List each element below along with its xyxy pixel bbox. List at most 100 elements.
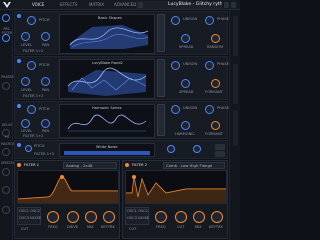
osc1-level-label: LEVEL — [21, 43, 33, 47]
osc2-enable-toggle[interactable] — [17, 59, 21, 63]
osc3-phase-knob[interactable] — [205, 105, 214, 114]
noise-sample-waveform — [64, 151, 150, 155]
osc2-phase-knob[interactable] — [205, 61, 214, 70]
macro-knob-5[interactable] — [2, 148, 10, 156]
osc1-wave-frame-slider[interactable] — [157, 14, 165, 52]
osc1-enable-toggle[interactable] — [17, 14, 21, 18]
macro-knob-3[interactable] — [2, 82, 10, 90]
filter1-keytrack-knob[interactable] — [103, 211, 115, 223]
save-icon[interactable] — [224, 2, 229, 8]
osc2-pitch-knob[interactable] — [27, 61, 36, 70]
filter2-keytrack-knob[interactable] — [211, 211, 223, 223]
tab-advanced[interactable]: ADVANCED — [114, 2, 136, 7]
osc3-wavetable-name[interactable]: Harmonic Series — [92, 106, 121, 110]
osc3-filter-route[interactable]: FILTER 1+2 — [23, 134, 43, 138]
osc1-filter-route[interactable]: FILTER 1+2 — [23, 49, 43, 53]
filter1-mix-knob[interactable] — [85, 211, 97, 223]
tab-voice[interactable]: VOICE — [32, 2, 44, 7]
oscillator-2-panel: PITCH LEVEL PAN FILTER 1+2 LucyBlake Ran… — [14, 56, 229, 100]
filter2-enable-toggle[interactable] — [125, 163, 129, 167]
filter1-enable-toggle[interactable] — [17, 163, 21, 167]
osc1-random-knob[interactable] — [211, 34, 220, 43]
tab-effects[interactable]: EFFECTS — [60, 2, 77, 7]
osc2-wavetable-display[interactable]: LucyBlake Rand2 — [59, 59, 155, 99]
osc1-pitch-knob[interactable] — [27, 16, 36, 25]
filter2-title: FILTER 2 — [132, 163, 148, 167]
noise-level-knob[interactable] — [167, 145, 175, 153]
osc3-unison-knob[interactable] — [171, 105, 180, 114]
osc1-pan-knob[interactable] — [41, 32, 50, 41]
osc3-pitch-knob[interactable] — [27, 105, 36, 114]
osc2-formant-knob[interactable] — [211, 79, 220, 88]
filter1-badge-osc2[interactable]: OSC2 — [30, 209, 40, 213]
sidebar-label-phaser: PHASER — [1, 75, 14, 79]
macro-knob-6[interactable] — [2, 168, 10, 176]
macro-knob-2[interactable] — [2, 34, 10, 42]
filter1-drive-knob[interactable] — [67, 211, 79, 223]
filter2-badge-osc1[interactable]: OSC1 — [127, 209, 137, 213]
osc1-blend-knob[interactable] — [181, 34, 190, 43]
noise-loop-icon[interactable] — [215, 151, 225, 157]
filter1-badge-osc3[interactable]: OSC3 — [19, 216, 29, 220]
osc2-unison-knob[interactable] — [171, 61, 180, 70]
filter1-response-graph[interactable] — [17, 170, 119, 204]
osc3-formant-knob[interactable] — [211, 121, 220, 130]
tab-matrix[interactable]: MATRIX — [89, 2, 104, 7]
filter2-badge-osc3[interactable]: OSC3 — [127, 216, 137, 220]
osc2-phase-label: PHASE — [217, 62, 229, 66]
osc1-phase-knob[interactable] — [205, 16, 214, 25]
osc1-wavetable-display[interactable]: Basic Shapes — [59, 14, 155, 54]
osc2-blend-knob[interactable] — [181, 79, 190, 88]
filter1-type-select[interactable]: Analog - 2x48 — [63, 162, 117, 169]
noise-pitch-knob[interactable] — [25, 145, 32, 152]
noise-pan-knob[interactable] — [193, 145, 201, 153]
osc3-pan-knob[interactable] — [41, 119, 50, 128]
osc2-filter-route[interactable]: FILTER 1+2 — [23, 94, 43, 98]
settings-icon[interactable] — [231, 2, 236, 8]
sidebar-label-speech: SPEECH — [1, 161, 14, 165]
filter2-freq-knob[interactable] — [155, 211, 167, 223]
noise-sample-name[interactable]: White Noise — [96, 145, 118, 149]
osc1-wavetable-name[interactable]: Basic Shapes — [98, 16, 122, 20]
filter2-mix-knob[interactable] — [193, 211, 205, 223]
osc1-pan-label: PAN — [42, 43, 50, 47]
osc3-wave-frame-slider[interactable] — [157, 104, 165, 136]
noise-sample-display[interactable]: White Noise — [59, 143, 155, 157]
osc1-unison-label: UNISON — [183, 17, 198, 21]
osc3-harmonic-knob[interactable] — [181, 121, 190, 130]
filter1-source-grid[interactable]: OSC1 OSC2 OSC3 NOISE — [17, 207, 41, 225]
macro-knob-7[interactable] — [2, 186, 10, 194]
osc1-level-knob[interactable] — [21, 32, 30, 41]
filter2-badge-noise[interactable]: NOISE — [138, 216, 149, 220]
osc2-level-knob[interactable] — [21, 77, 30, 86]
macro-knob-8[interactable] — [2, 206, 10, 214]
filter1-freq-knob[interactable] — [47, 211, 59, 223]
osc3-enable-toggle[interactable] — [17, 104, 21, 108]
osc2-wavetable-name[interactable]: LucyBlake Rand2 — [92, 61, 123, 65]
osc1-unison-knob[interactable] — [171, 16, 180, 25]
filter1-badge-osc1[interactable]: OSC1 — [19, 209, 29, 213]
noise-filter-route[interactable]: FILTER 1+2 — [34, 152, 54, 156]
osc3-unison-label: UNISON — [183, 106, 198, 110]
preset-name-display[interactable]: LucyBlake - Glitchy rythmic — [136, 1, 222, 9]
filter2-response-graph[interactable] — [125, 170, 227, 204]
vital-logo-icon — [3, 2, 11, 8]
osc3-level-knob[interactable] — [21, 119, 30, 128]
filter2-badge-osc2[interactable]: OSC2 — [138, 209, 148, 213]
osc2-pan-knob[interactable] — [41, 77, 50, 86]
osc2-wave-frame-slider[interactable] — [157, 59, 165, 97]
filter2-keytrack-label: KEYTRK — [209, 225, 223, 229]
preset-menu-icon[interactable] — [138, 2, 143, 8]
filter2-type-select[interactable]: Comb - Low High Flange — [163, 162, 225, 169]
noise-shuffle-icon[interactable] — [215, 144, 225, 150]
macro-knob-1[interactable] — [2, 14, 10, 22]
filter2-source-grid[interactable]: OSC1 OSC2 OSC3 NOISE — [125, 207, 149, 225]
filter1-badge-noise[interactable]: NOISE — [30, 216, 41, 220]
filter1-drive-label: DRIVE — [67, 225, 79, 229]
osc-meter-2 — [233, 64, 238, 104]
noise-enable-toggle[interactable] — [17, 143, 21, 147]
osc1-spread-label: SPREAD — [179, 45, 194, 49]
oscillator-3-panel: PITCH LEVEL PAN FILTER 1+2 Harmonic Seri… — [14, 101, 229, 139]
osc3-wavetable-display[interactable]: Harmonic Series — [59, 104, 155, 138]
filter2-cut-knob[interactable] — [175, 211, 187, 223]
